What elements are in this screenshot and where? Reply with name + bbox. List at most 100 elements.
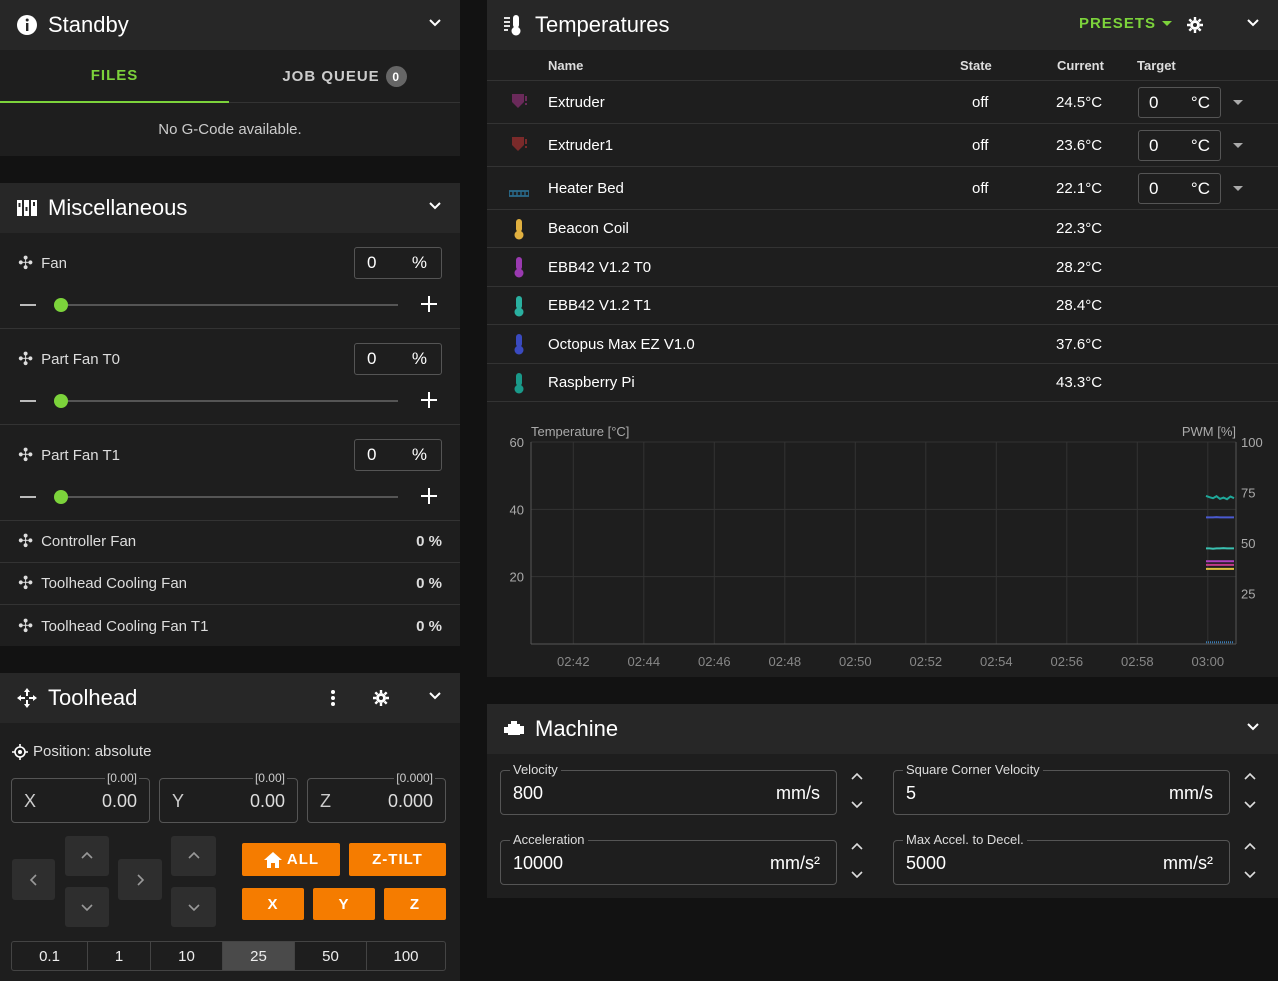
crosshair-icon bbox=[12, 743, 28, 760]
x-bracket-value: [0.00] bbox=[104, 771, 139, 785]
temperature-chart[interactable]: 02:42 02:44 02:46 02:48 02:50 02:52 02:54 02:56… bbox=[487, 402, 1278, 677]
home-all-button[interactable]: ALL bbox=[242, 843, 340, 876]
z-tilt-button[interactable]: Z-TILT bbox=[349, 843, 446, 876]
step-option-25[interactable]: 25 bbox=[223, 942, 295, 970]
x-tick-label: 02:42 bbox=[557, 654, 590, 669]
heater-bed-target-input[interactable]: 0 °C bbox=[1138, 173, 1221, 204]
thermometer-icon bbox=[514, 296, 524, 317]
max-accel-to-decel-input[interactable]: Max Accel. to Decel. 5000 mm/s² bbox=[893, 832, 1230, 885]
velocity-value: 800 bbox=[513, 783, 544, 803]
velocity-stepper[interactable] bbox=[849, 768, 865, 813]
tab-job-queue[interactable]: JOB QUEUE 0 bbox=[229, 50, 460, 103]
temp-name: Raspberry Pi bbox=[548, 374, 635, 391]
jog-z-plus-button[interactable] bbox=[171, 836, 216, 876]
temperatures-panel: Temperatures PRESETS Name State Current … bbox=[487, 0, 1278, 677]
chevron-down-icon[interactable] bbox=[1246, 720, 1260, 734]
presets-button[interactable]: PRESETS bbox=[1079, 15, 1172, 32]
acceleration-input[interactable]: Acceleration 10000 mm/s² bbox=[500, 832, 837, 885]
misc-header[interactable]: Miscellaneous bbox=[0, 183, 460, 233]
chevron-down-icon[interactable] bbox=[428, 199, 442, 213]
home-y-button[interactable]: Y bbox=[313, 888, 375, 920]
minus-icon[interactable] bbox=[20, 400, 36, 402]
temp-state: off bbox=[972, 136, 989, 154]
part-fan-t0-percent-input[interactable]: 0% bbox=[354, 343, 442, 375]
toolhead-header[interactable]: Toolhead bbox=[0, 673, 460, 723]
chevron-down-icon bbox=[81, 904, 93, 912]
step-option-0-1[interactable]: 0.1 bbox=[12, 942, 88, 970]
slider-track[interactable] bbox=[60, 304, 398, 306]
slider-track[interactable] bbox=[60, 496, 398, 498]
part-fan-t1-label: Part Fan T1 bbox=[41, 447, 121, 464]
jog-z-minus-button[interactable] bbox=[171, 887, 216, 927]
machine-title: Machine bbox=[535, 716, 619, 741]
step-option-10[interactable]: 10 bbox=[151, 942, 223, 970]
jog-x-plus-button[interactable] bbox=[118, 859, 162, 900]
part-fan-t0-slider[interactable] bbox=[20, 391, 440, 411]
y-position-input[interactable]: [0.00] Y 0.00 bbox=[159, 771, 298, 823]
step-option-1[interactable]: 1 bbox=[88, 942, 151, 970]
toolhead-cooling-fan-t1-row: ✣ Toolhead Cooling Fan T1 0 % bbox=[0, 605, 460, 647]
minus-icon[interactable] bbox=[20, 496, 36, 498]
slider-knob[interactable] bbox=[54, 490, 68, 504]
chevron-down-icon[interactable] bbox=[1246, 16, 1260, 30]
z-position-input[interactable]: [0.000] Z 0.000 bbox=[307, 771, 446, 823]
machine-panel: Machine Velocity 800 mm/s Square Corner … bbox=[487, 704, 1278, 898]
part-fan-t1-slider[interactable] bbox=[20, 487, 440, 507]
minus-icon[interactable] bbox=[20, 304, 36, 306]
caret-down-icon[interactable] bbox=[1233, 143, 1243, 148]
caret-down-icon[interactable] bbox=[1233, 100, 1243, 105]
empty-files-message: No G-Code available. bbox=[158, 121, 302, 138]
fan-percent-input[interactable]: 0% bbox=[354, 247, 442, 279]
part-fan-t1-percent-input[interactable]: 0% bbox=[354, 439, 442, 471]
plus-icon[interactable] bbox=[420, 487, 438, 505]
gear-icon[interactable] bbox=[1187, 17, 1203, 33]
temps-table-header: Name State Current Target bbox=[487, 50, 1278, 81]
slider-track[interactable] bbox=[60, 400, 398, 402]
extruder-target-input[interactable]: 0 °C bbox=[1138, 87, 1221, 118]
chevron-down-icon bbox=[851, 801, 863, 809]
controller-fan-row: ✣ Controller Fan 0 % bbox=[0, 521, 460, 563]
chevron-down-icon[interactable] bbox=[428, 16, 442, 30]
acceleration-stepper[interactable] bbox=[849, 838, 865, 883]
acceleration-label: Acceleration bbox=[510, 832, 588, 847]
caret-down-icon[interactable] bbox=[1233, 186, 1243, 191]
velocity-input[interactable]: Velocity 800 mm/s bbox=[500, 762, 837, 815]
machine-header[interactable]: Machine bbox=[487, 704, 1278, 754]
home-x-button[interactable]: X bbox=[242, 888, 304, 920]
square-corner-velocity-input[interactable]: Square Corner Velocity 5 mm/s bbox=[893, 762, 1230, 815]
square-corner-velocity-stepper[interactable] bbox=[1242, 768, 1258, 813]
chevron-down-icon[interactable] bbox=[428, 689, 442, 703]
gear-icon[interactable] bbox=[373, 690, 389, 706]
temp-row-ebb42-t1: EBB42 V1.2 T1 28.4°C bbox=[487, 287, 1278, 325]
jog-y-plus-button[interactable] bbox=[65, 836, 109, 876]
y-bracket-value: [0.00] bbox=[252, 771, 287, 785]
extruder1-target-input[interactable]: 0 °C bbox=[1138, 130, 1221, 161]
jog-x-minus-button[interactable] bbox=[12, 859, 55, 900]
x-tick-label: 02:50 bbox=[839, 654, 872, 669]
step-option-50[interactable]: 50 bbox=[295, 942, 367, 970]
acceleration-value: 10000 bbox=[513, 853, 564, 873]
home-icon bbox=[263, 851, 282, 868]
home-z-button[interactable]: Z bbox=[384, 888, 446, 920]
step-option-100[interactable]: 100 bbox=[367, 942, 445, 970]
home-all-label: ALL bbox=[286, 851, 320, 868]
slider-knob[interactable] bbox=[54, 394, 68, 408]
plus-icon[interactable] bbox=[420, 391, 438, 409]
z-tilt-label: Z-TILT bbox=[372, 851, 423, 868]
slider-knob[interactable] bbox=[54, 298, 68, 312]
tab-files[interactable]: FILES bbox=[0, 50, 229, 103]
more-vert-icon[interactable] bbox=[330, 689, 336, 707]
fan-slider[interactable] bbox=[20, 295, 440, 315]
toolhead-panel: Toolhead Position: absolute bbox=[0, 673, 460, 981]
extruder-icon bbox=[512, 137, 527, 151]
temp-state: off bbox=[972, 93, 989, 111]
plus-icon[interactable] bbox=[420, 295, 438, 313]
jog-y-minus-button[interactable] bbox=[65, 887, 109, 927]
standby-header[interactable]: Standby bbox=[0, 0, 460, 50]
temperatures-header[interactable]: Temperatures PRESETS bbox=[487, 0, 1278, 50]
temp-current: 28.2°C bbox=[1056, 258, 1103, 276]
velocity-unit: mm/s bbox=[776, 783, 820, 803]
max-accel-to-decel-stepper[interactable] bbox=[1242, 838, 1258, 883]
x-position-input[interactable]: [0.00] X 0.00 bbox=[11, 771, 150, 823]
target-unit: °C bbox=[1190, 92, 1210, 112]
